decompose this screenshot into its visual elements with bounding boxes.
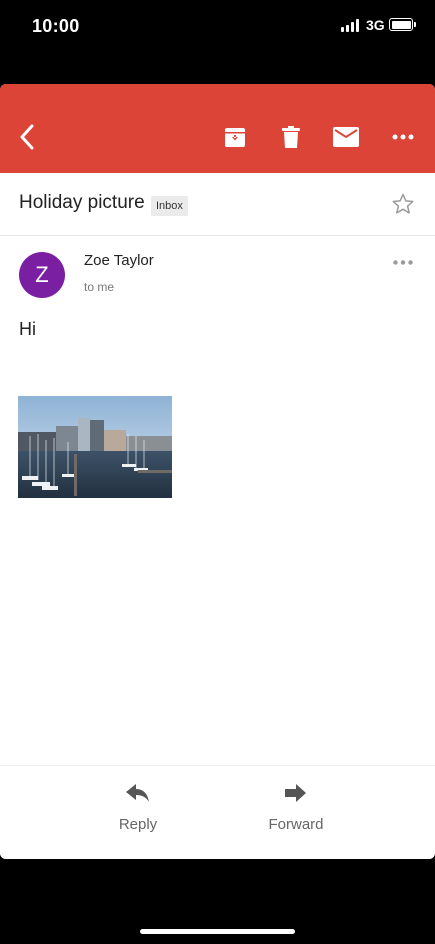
back-button[interactable] xyxy=(12,122,42,152)
more-horizontal-icon xyxy=(393,259,413,265)
avatar-initial: Z xyxy=(35,262,49,287)
status-time: 10:00 xyxy=(32,16,80,36)
signal-strength-icon xyxy=(341,19,361,32)
photo-thumbnail xyxy=(18,396,172,498)
image-attachment[interactable] xyxy=(18,396,172,498)
more-horizontal-icon xyxy=(392,134,414,140)
email-toolbar xyxy=(0,84,435,173)
home-indicator[interactable] xyxy=(140,929,295,934)
forward-label: Forward xyxy=(268,816,324,833)
sender-avatar[interactable]: Z xyxy=(19,252,65,298)
sender-row: Z Zoe Taylor to me xyxy=(0,236,435,316)
archive-icon xyxy=(225,128,245,147)
recipient-details[interactable]: to me xyxy=(84,280,114,294)
forward-button[interactable]: Forward xyxy=(246,784,346,833)
email-screen: Holiday picture Inbox Z Zoe Taylor to me… xyxy=(0,84,435,859)
envelope-icon xyxy=(333,127,359,147)
sender-name[interactable]: Zoe Taylor xyxy=(84,252,154,269)
more-options-button[interactable] xyxy=(388,122,418,152)
inbox-label-chip[interactable]: Inbox xyxy=(151,196,188,216)
trash-icon xyxy=(282,126,300,148)
subject-row: Holiday picture Inbox xyxy=(0,173,435,236)
status-bar: 10:00 3G xyxy=(0,0,435,60)
message-more-button[interactable] xyxy=(391,252,415,272)
reply-label: Reply xyxy=(118,816,158,833)
mark-unread-button[interactable] xyxy=(331,122,361,152)
reply-button[interactable]: Reply xyxy=(88,784,188,833)
bottom-action-bar: Reply Forward xyxy=(0,765,435,859)
network-type: 3G xyxy=(366,17,385,33)
reply-arrow-icon xyxy=(126,784,149,802)
chevron-left-icon xyxy=(20,124,34,150)
battery-icon xyxy=(389,18,416,31)
star-button[interactable] xyxy=(391,192,415,216)
archive-button[interactable] xyxy=(220,122,250,152)
device-notch xyxy=(97,0,338,36)
email-subject: Holiday picture xyxy=(19,192,145,213)
star-outline-icon xyxy=(392,193,414,214)
email-body: Hi xyxy=(19,319,36,339)
forward-arrow-icon xyxy=(285,784,306,802)
delete-button[interactable] xyxy=(276,122,306,152)
